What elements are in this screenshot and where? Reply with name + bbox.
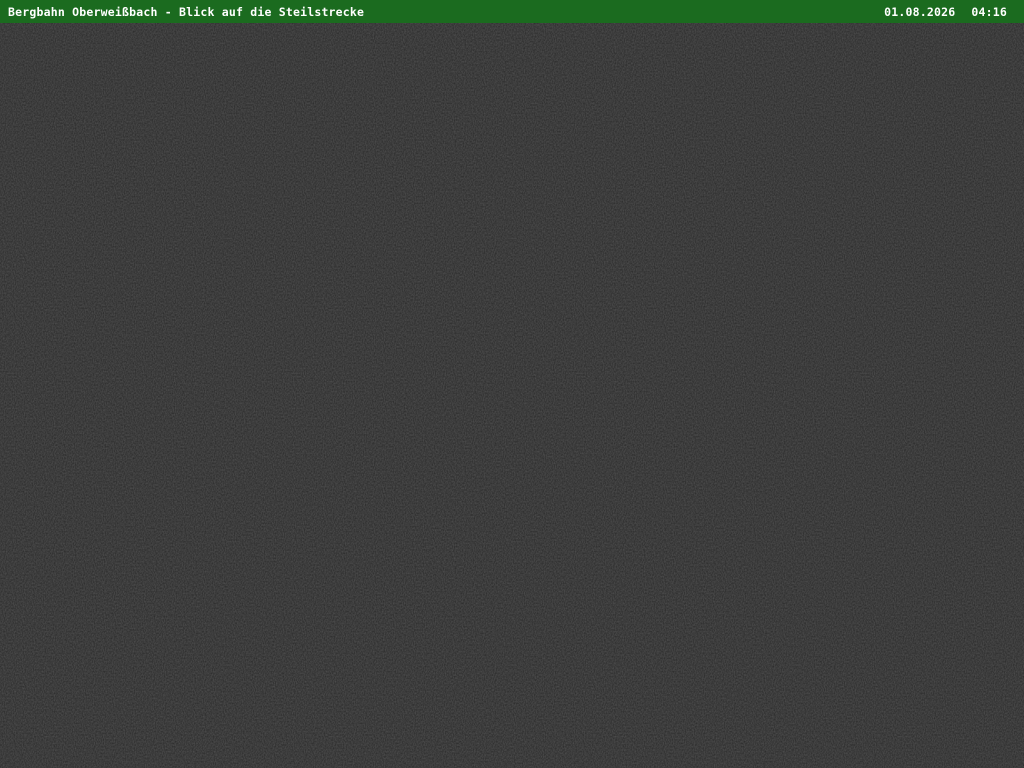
webcam-frame: Bergbahn Oberweißbach - Blick auf die St… xyxy=(0,0,1024,768)
timestamp: 01.08.2026 04:16 xyxy=(884,5,1007,19)
timestamp-time: 04:16 xyxy=(971,4,1007,19)
night-camera-image xyxy=(0,23,1024,768)
sensor-noise xyxy=(0,23,1024,768)
camera-title: Bergbahn Oberweißbach - Blick auf die St… xyxy=(8,4,365,19)
caption-overlay: Bergbahn Oberweißbach - Blick auf die St… xyxy=(0,0,1024,23)
timestamp-date: 01.08.2026 xyxy=(884,4,956,19)
